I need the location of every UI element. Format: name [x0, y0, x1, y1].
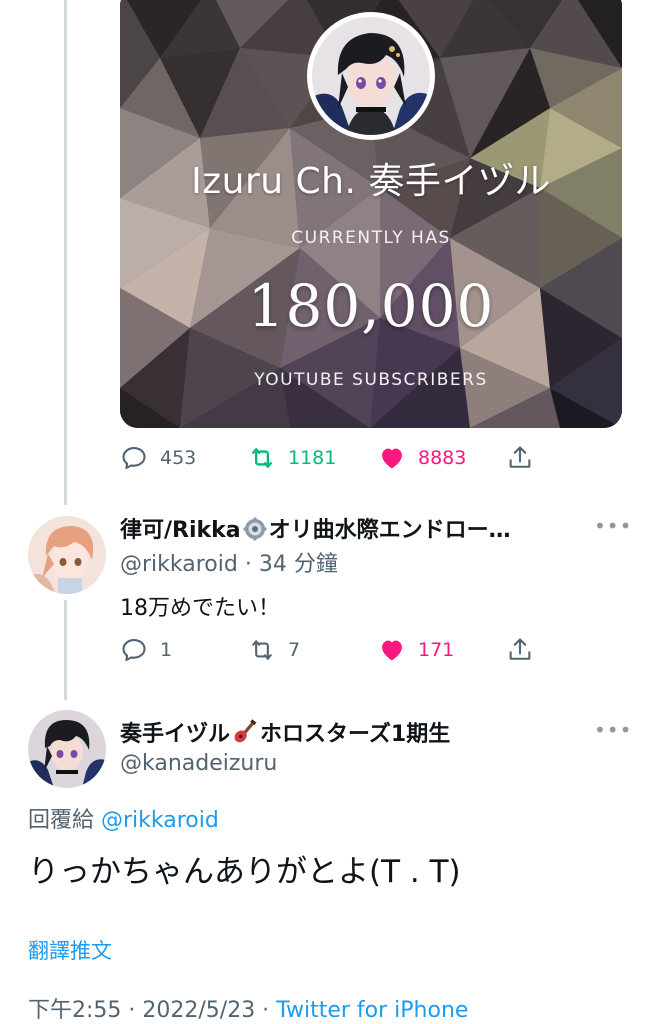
rikka-avatar[interactable]: [28, 516, 106, 594]
retweet-icon: [252, 640, 272, 660]
milestone-image-card[interactable]: Izuru Ch. 奏手イヅル CURRENTLY HAS 180,000 YO…: [120, 0, 622, 428]
izuru-handle[interactable]: @kanadeizuru: [120, 751, 277, 776]
retweet-count: 7: [288, 639, 301, 661]
tweet-meta: 下午2:55 · 2022/5/23 · Twitter for iPhone: [28, 992, 468, 1024]
izuru-more-icon[interactable]: •••: [594, 718, 632, 742]
retweet-button[interactable]: 1181: [248, 442, 336, 474]
replying-to-line: 回覆給 @rikkaroid: [28, 802, 219, 834]
card-currently-has: CURRENTLY HAS: [291, 228, 451, 248]
rikka-handle[interactable]: @rikkaroid: [120, 552, 238, 577]
focal-tweet-text: りっかちゃんありがとよ(T . T): [28, 854, 461, 890]
share-icon: [509, 446, 531, 468]
rikka-time[interactable]: · 34 分鐘: [245, 552, 338, 577]
reply-tweet-actions: 1 7 171: [120, 634, 550, 666]
main-tweet-actions: 453 1181 8883: [120, 442, 550, 474]
share-icon: [509, 638, 531, 660]
reply-count: 453: [160, 447, 197, 469]
replying-prefix: 回覆給: [28, 808, 95, 833]
thread-connector-top: [64, 0, 67, 505]
like-button[interactable]: 8883: [378, 442, 466, 474]
translate-tweet-link[interactable]: 翻譯推文: [28, 935, 112, 965]
rikka-more-icon[interactable]: •••: [594, 514, 632, 538]
reply-icon: [122, 639, 146, 661]
izuru-avatar[interactable]: [28, 710, 106, 788]
reply-button[interactable]: 453: [120, 442, 196, 474]
izuru-avatar-illustration: [312, 17, 430, 135]
guitar-emoji-icon: [234, 719, 257, 743]
izuru-small-avatar-illustration: [28, 710, 106, 788]
retweet-count: 1181: [288, 447, 337, 469]
tweet-timestamp[interactable]: 下午2:55 · 2022/5/23 ·: [28, 998, 269, 1023]
card-subscriber-count: 180,000: [247, 272, 495, 340]
tweet-source-link[interactable]: Twitter for iPhone: [276, 998, 468, 1023]
reply-icon: [122, 447, 146, 469]
replying-mention-link[interactable]: @rikkaroid: [101, 808, 219, 833]
izuru-display-name[interactable]: 奏手イヅル ホロスターズ1期生: [120, 716, 572, 748]
like-button[interactable]: 171: [378, 634, 454, 666]
reply-button[interactable]: 1: [120, 634, 172, 666]
share-button[interactable]: [506, 634, 534, 666]
like-count: 8883: [418, 447, 467, 469]
rikka-avatar-illustration: [28, 516, 106, 594]
card-avatar: [307, 12, 435, 140]
heart-icon: [382, 640, 402, 661]
rikka-display-name[interactable]: 律可/Rikka オリ曲水際エンドロー…: [120, 512, 572, 544]
thread-connector-middle: [64, 600, 67, 700]
card-channel-name: Izuru Ch. 奏手イヅル: [191, 161, 551, 202]
share-button[interactable]: [506, 442, 534, 474]
rikka-tweet-text: 18万めでたい！: [120, 596, 280, 621]
retweet-icon: [252, 448, 272, 468]
reply-count: 1: [160, 639, 173, 661]
card-subscribers-label: YOUTUBE SUBSCRIBERS: [254, 370, 488, 390]
retweet-button[interactable]: 7: [248, 634, 300, 666]
rikka-handle-line: @rikkaroid · 34 分鐘: [120, 546, 338, 578]
gear-emoji-icon: [243, 517, 267, 541]
like-count: 171: [418, 639, 455, 661]
heart-icon: [382, 448, 402, 469]
